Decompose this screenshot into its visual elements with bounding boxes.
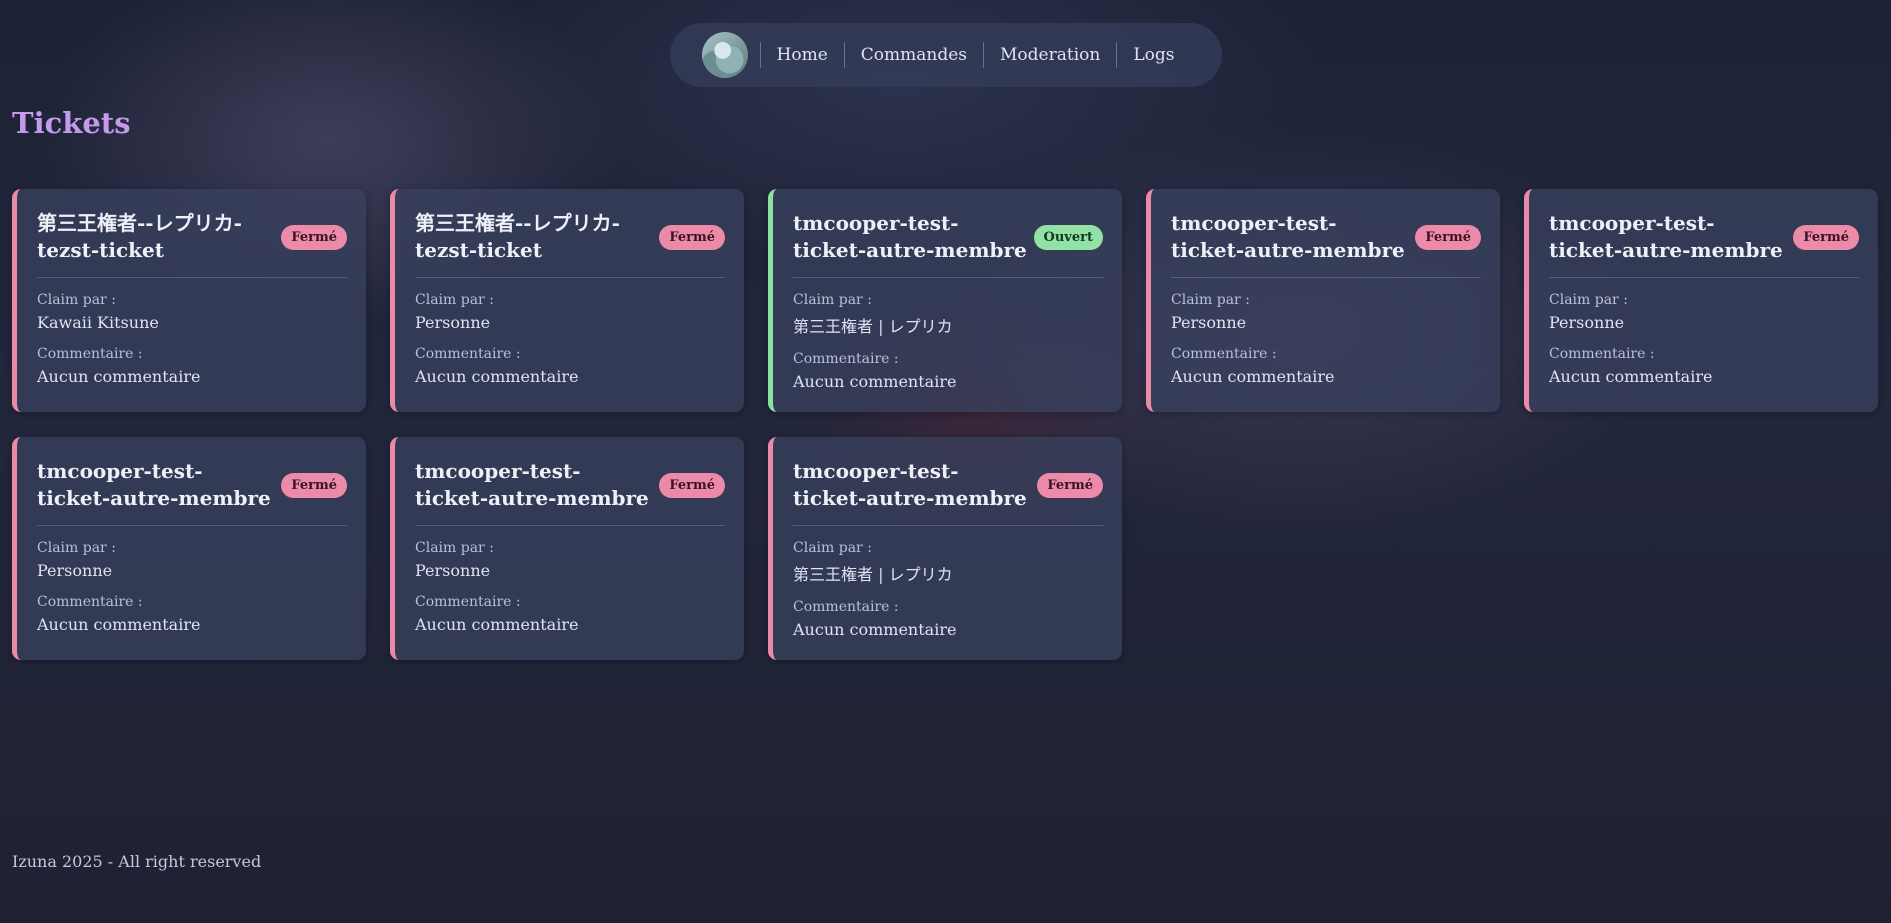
ticket-title: 第三王権者--レプリカ-tezst-ticket — [415, 211, 620, 262]
claim-label: Claim par : — [37, 292, 116, 308]
claim-label: Claim par : — [1171, 292, 1250, 308]
ticket-title: 第三王権者--レプリカ-tezst-ticket — [37, 211, 242, 262]
status-badge: Fermé — [659, 224, 725, 250]
claim-value: 第三王権者 | レプリカ — [793, 317, 953, 336]
claim-value: Personne — [415, 561, 491, 580]
comment-label: Commentaire : — [415, 346, 521, 362]
ticket-header: 第三王権者--レプリカ-tezst-ticket Fermé — [415, 210, 725, 278]
comment-value: Aucun commentaire — [1171, 367, 1335, 386]
avatar[interactable] — [701, 32, 748, 78]
status-badge: Fermé — [281, 472, 347, 498]
ticket-card[interactable]: 第三王権者--レプリカ-tezst-ticket Fermé Claim par… — [12, 189, 366, 412]
ticket-title: tmcooper-test-ticket-autre-membre — [37, 459, 271, 510]
comment-label: Commentaire : — [1549, 346, 1655, 362]
claim-label: Claim par : — [793, 292, 872, 308]
nav-link-logs[interactable]: Logs — [1117, 45, 1190, 65]
comment-label: Commentaire : — [793, 599, 899, 615]
claim-label: Claim par : — [415, 540, 494, 556]
comment-value: Aucun commentaire — [415, 367, 579, 386]
comment-value: Aucun commentaire — [793, 372, 957, 391]
ticket-header: tmcooper-test-ticket-autre-membre Fermé — [793, 458, 1103, 526]
ticket-card[interactable]: tmcooper-test-ticket-autre-membre Fermé … — [12, 437, 366, 660]
claim-label: Claim par : — [415, 292, 494, 308]
comment-value: Aucun commentaire — [793, 620, 957, 639]
comment-value: Aucun commentaire — [1549, 367, 1713, 386]
nav-link-moderation[interactable]: Moderation — [984, 45, 1116, 65]
footer-text: Izuna 2025 - All right reserved — [12, 852, 262, 871]
top-nav: Home Commandes Moderation Logs — [670, 23, 1222, 87]
ticket-title: tmcooper-test-ticket-autre-membre — [1549, 211, 1783, 262]
ticket-card[interactable]: tmcooper-test-ticket-autre-membre Ouvert… — [768, 189, 1122, 412]
ticket-card[interactable]: tmcooper-test-ticket-autre-membre Fermé … — [390, 437, 744, 660]
ticket-card[interactable]: tmcooper-test-ticket-autre-membre Fermé … — [1146, 189, 1500, 412]
comment-label: Commentaire : — [37, 346, 143, 362]
status-badge: Fermé — [1037, 472, 1103, 498]
status-badge: Ouvert — [1033, 224, 1103, 250]
ticket-header: tmcooper-test-ticket-autre-membre Fermé — [1171, 210, 1481, 278]
page-title: Tickets — [12, 106, 131, 140]
claim-value: Personne — [1171, 313, 1247, 332]
comment-value: Aucun commentaire — [415, 615, 579, 634]
claim-value: Personne — [415, 313, 491, 332]
ticket-grid: 第三王権者--レプリカ-tezst-ticket Fermé Claim par… — [12, 189, 1880, 660]
comment-label: Commentaire : — [37, 594, 143, 610]
status-badge: Fermé — [1415, 224, 1481, 250]
claim-value: Kawaii Kitsune — [37, 313, 159, 332]
claim-label: Claim par : — [793, 540, 872, 556]
comment-label: Commentaire : — [415, 594, 521, 610]
ticket-card[interactable]: 第三王権者--レプリカ-tezst-ticket Fermé Claim par… — [390, 189, 744, 412]
claim-label: Claim par : — [1549, 292, 1628, 308]
nav-link-commandes[interactable]: Commandes — [845, 45, 983, 65]
ticket-header: tmcooper-test-ticket-autre-membre Fermé — [415, 458, 725, 526]
ticket-title: tmcooper-test-ticket-autre-membre — [1171, 211, 1405, 262]
status-badge: Fermé — [659, 472, 725, 498]
claim-value: 第三王権者 | レプリカ — [793, 565, 953, 584]
status-badge: Fermé — [281, 224, 347, 250]
comment-value: Aucun commentaire — [37, 615, 201, 634]
claim-value: Personne — [37, 561, 113, 580]
ticket-card[interactable]: tmcooper-test-ticket-autre-membre Fermé … — [768, 437, 1122, 660]
ticket-title: tmcooper-test-ticket-autre-membre — [793, 459, 1027, 510]
ticket-header: 第三王権者--レプリカ-tezst-ticket Fermé — [37, 210, 347, 278]
claim-label: Claim par : — [37, 540, 116, 556]
status-badge: Fermé — [1793, 224, 1859, 250]
ticket-header: tmcooper-test-ticket-autre-membre Fermé — [37, 458, 347, 526]
nav-link-home[interactable]: Home — [761, 45, 844, 65]
ticket-card[interactable]: tmcooper-test-ticket-autre-membre Fermé … — [1524, 189, 1878, 412]
comment-label: Commentaire : — [793, 351, 899, 367]
comment-value: Aucun commentaire — [37, 367, 201, 386]
ticket-header: tmcooper-test-ticket-autre-membre Ouvert — [793, 210, 1103, 278]
claim-value: Personne — [1549, 313, 1625, 332]
ticket-header: tmcooper-test-ticket-autre-membre Fermé — [1549, 210, 1859, 278]
comment-label: Commentaire : — [1171, 346, 1277, 362]
ticket-title: tmcooper-test-ticket-autre-membre — [793, 211, 1027, 262]
ticket-title: tmcooper-test-ticket-autre-membre — [415, 459, 649, 510]
